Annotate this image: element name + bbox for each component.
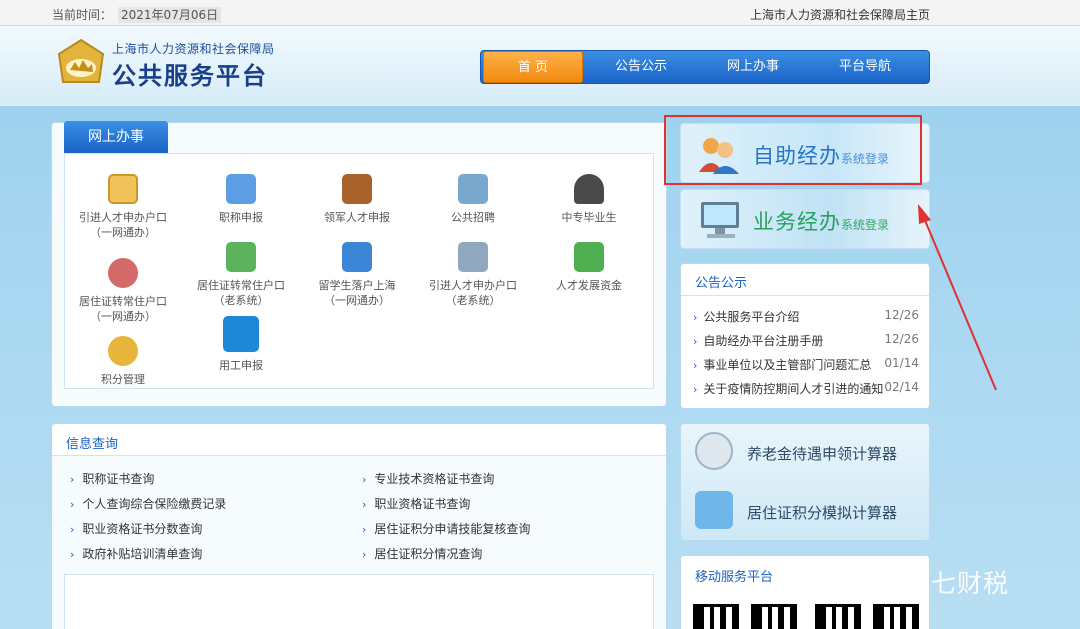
- annotation-arrow-icon: [918, 204, 997, 391]
- watermark-text: 知乎 @七七财税: [818, 569, 1009, 598]
